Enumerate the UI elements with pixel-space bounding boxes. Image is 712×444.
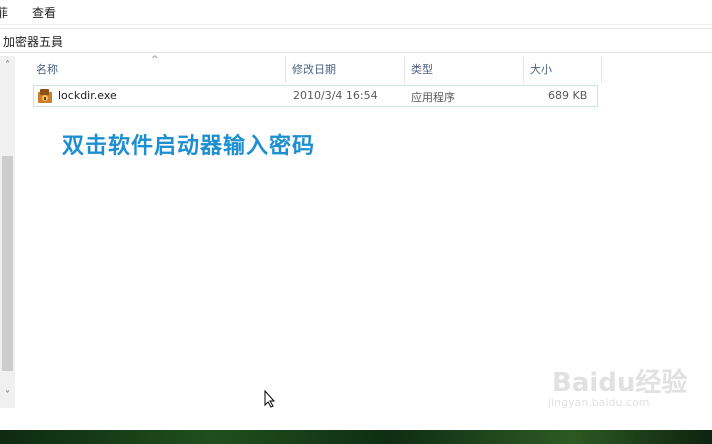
file-row[interactable]: lockdir.exe 2010/3/4 16:54 应用程序 689 KB: [33, 85, 598, 107]
file-modified: 2010/3/4 16:54: [293, 89, 378, 102]
chevron-up-icon[interactable]: ˄: [2, 60, 13, 71]
menu-item-edit-fragment[interactable]: 菲: [0, 4, 8, 21]
scrollbar-thumb[interactable]: [2, 156, 13, 371]
sort-ascending-icon: ^: [151, 55, 159, 65]
address-path: 加密器五員: [3, 35, 64, 49]
column-divider[interactable]: [601, 56, 602, 83]
exe-package-icon: [37, 88, 54, 104]
watermark-logo: Baidu经验: [552, 368, 688, 398]
file-type: 应用程序: [411, 91, 455, 104]
chevron-down-icon[interactable]: ˅: [2, 390, 13, 401]
instruction-caption: 双击软件启动器输入密码: [62, 134, 316, 159]
column-divider[interactable]: [523, 56, 524, 83]
file-size: 689 KB: [548, 89, 588, 102]
menu-item-view[interactable]: 查看: [32, 4, 56, 21]
column-header-modified[interactable]: 修改日期: [292, 56, 336, 83]
column-header-name[interactable]: 名称: [36, 56, 58, 83]
watermark-url: jingyan.baidu.com: [548, 396, 650, 409]
column-divider[interactable]: [285, 56, 286, 83]
address-bar[interactable]: 加密器五員: [0, 28, 712, 53]
column-header-size[interactable]: 大小: [530, 56, 552, 83]
column-divider[interactable]: [404, 56, 405, 83]
menu-bar: 菲 查看: [0, 0, 712, 25]
desktop-background-strip: [0, 430, 712, 444]
mouse-pointer-icon: [264, 389, 276, 412]
baidu-watermark: Baidu经验 jingyan.baidu.com: [548, 362, 708, 412]
vertical-scrollbar[interactable]: ˄ ˅: [0, 56, 15, 408]
file-name: lockdir.exe: [58, 89, 117, 102]
column-header-type[interactable]: 类型: [411, 56, 433, 83]
